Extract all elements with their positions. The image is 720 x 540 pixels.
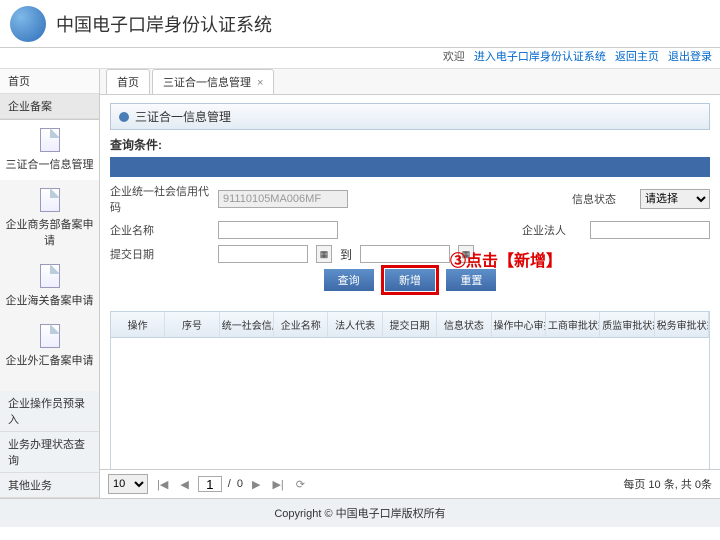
welcome-label: 欢迎 [443, 51, 465, 63]
col-biz-review: 工商审批状态 [546, 312, 600, 337]
date-label: 提交日期 [110, 246, 210, 262]
logo-icon [10, 6, 46, 42]
date-from-input[interactable] [218, 245, 308, 263]
col-status: 信息状态 [437, 312, 491, 337]
sidebar-item-customs[interactable]: 企业海关备案申请 [0, 256, 99, 316]
col-action: 操作 [111, 312, 165, 337]
date-to-input[interactable] [360, 245, 450, 263]
tab-label: 首页 [117, 77, 139, 89]
pager-summary: 每页 10 条, 共 0条 [623, 476, 712, 492]
date-to-label: 到 [340, 246, 352, 263]
sidebar-top-home[interactable]: 首页 [0, 69, 99, 94]
grid-body [111, 338, 709, 469]
panel-title: 三证合一信息管理 [135, 108, 231, 125]
document-icon [40, 188, 60, 212]
filter-form: 企业统一社会信用代码 信息状态 请选择 企业名称 企业法人 提交日期 ▦ [110, 177, 710, 301]
system-title: 中国电子口岸身份认证系统 [56, 11, 272, 37]
page-sep: / [228, 478, 231, 490]
page-input[interactable] [198, 476, 222, 492]
col-code: 统一社会信用代码 [220, 312, 274, 337]
col-legal: 法人代表 [328, 312, 382, 337]
results-grid: 操作 序号 统一社会信用代码 企业名称 法人代表 提交日期 信息状态 操作中心审… [110, 311, 710, 469]
page-size-select[interactable]: 10 [108, 474, 148, 494]
panel-title-bar: 三证合一信息管理 [110, 103, 710, 130]
code-input [218, 190, 348, 208]
tab-label: 三证合一信息管理 [163, 77, 251, 89]
annotation-text: ③点击【新增】 [450, 247, 562, 271]
col-seq: 序号 [165, 312, 219, 337]
sidebar-item-forex[interactable]: 企业外汇备案申请 [0, 316, 99, 376]
last-page-button[interactable]: ▶| [269, 478, 286, 491]
status-label: 信息状态 [572, 191, 632, 207]
close-icon[interactable]: × [257, 77, 263, 89]
first-page-button[interactable]: |◀ [154, 478, 171, 491]
home-link[interactable]: 返回主页 [615, 51, 659, 63]
code-label: 企业统一社会信用代码 [110, 183, 210, 215]
prev-page-button[interactable]: ◀ [177, 478, 191, 491]
filter-label: 查询条件: [110, 130, 710, 157]
sidebar-item-commerce[interactable]: 企业商务部备案申请 [0, 180, 99, 256]
sidebar-item-label: 企业商务部备案申请 [6, 219, 94, 247]
logout-link[interactable]: 退出登录 [668, 51, 712, 63]
col-tax-review: 税务审批状态 [655, 312, 709, 337]
legal-input[interactable] [590, 221, 710, 239]
col-op-review: 操作中心审批状态 [492, 312, 546, 337]
add-button[interactable]: 新增 [385, 269, 435, 291]
sidebar-item-label: 企业海关备案申请 [6, 295, 94, 307]
sidebar-bottom-status[interactable]: 业务办理状态查询 [0, 432, 99, 473]
grid-header: 操作 序号 统一社会信用代码 企业名称 法人代表 提交日期 信息状态 操作中心审… [111, 312, 709, 338]
section-bar [110, 157, 710, 177]
pager: 10 |◀ ◀ / 0 ▶ ▶| ⟳ 每页 10 条, 共 0条 [100, 469, 720, 498]
status-select[interactable]: 请选择 [640, 189, 710, 209]
sidebar-bottom-other[interactable]: 其他业务 [0, 473, 99, 498]
tab-home[interactable]: 首页 [106, 69, 150, 94]
total-pages: 0 [237, 478, 243, 490]
sidebar-item-three-cert[interactable]: 三证合一信息管理 [0, 120, 99, 180]
bullet-icon [119, 112, 129, 122]
sidebar-item-label: 企业外汇备案申请 [6, 355, 94, 367]
tab-three-cert[interactable]: 三证合一信息管理 × [152, 69, 274, 94]
col-name: 企业名称 [274, 312, 328, 337]
name-input[interactable] [218, 221, 338, 239]
sidebar-item-label: 三证合一信息管理 [6, 159, 94, 171]
document-icon [40, 324, 60, 348]
refresh-button[interactable]: ⟳ [293, 478, 308, 491]
search-button[interactable]: 查询 [324, 269, 374, 291]
tab-bar: 首页 三证合一信息管理 × [100, 69, 720, 95]
copyright: Copyright © 中国电子口岸版权所有 [274, 508, 445, 520]
next-page-button[interactable]: ▶ [249, 478, 263, 491]
welcome-bar: 欢迎 进入电子口岸身份认证系统 返回主页 退出登录 [0, 48, 720, 68]
footer: Copyright © 中国电子口岸版权所有 [0, 498, 720, 527]
app-header: 中国电子口岸身份认证系统 [0, 0, 720, 48]
legal-label: 企业法人 [522, 222, 582, 238]
document-icon [40, 128, 60, 152]
document-icon [40, 264, 60, 288]
sidebar-top-filing[interactable]: 企业备案 [0, 94, 99, 119]
reset-button[interactable]: 重置 [446, 269, 496, 291]
name-label: 企业名称 [110, 222, 210, 238]
enter-system-link[interactable]: 进入电子口岸身份认证系统 [474, 51, 606, 63]
calendar-icon[interactable]: ▦ [316, 245, 332, 263]
col-date: 提交日期 [383, 312, 437, 337]
sidebar-bottom-operator[interactable]: 企业操作员预录入 [0, 391, 99, 432]
col-qc-review: 质监审批状态 [600, 312, 654, 337]
sidebar: 首页 企业备案 三证合一信息管理 企业商务部备案申请 企业海关备案申请 企业外汇… [0, 69, 100, 498]
